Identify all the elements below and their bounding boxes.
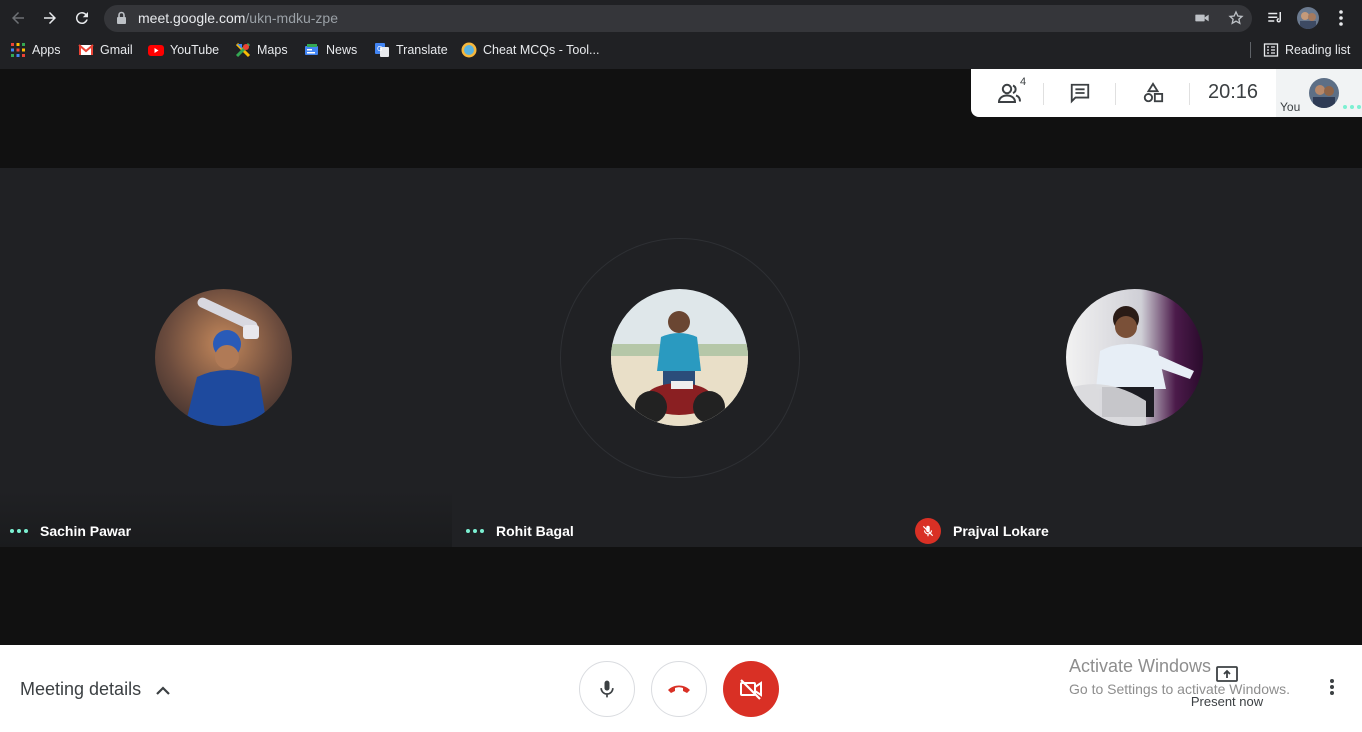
participant-tile[interactable]: Prajval Lokare bbox=[908, 168, 1362, 547]
activities-button[interactable] bbox=[1140, 80, 1166, 106]
panel-divider bbox=[1189, 83, 1190, 105]
reload-icon bbox=[75, 12, 88, 25]
bookmark-label: YouTube bbox=[170, 43, 220, 57]
bookmark-apps[interactable]: Apps bbox=[10, 41, 61, 59]
forward-button[interactable] bbox=[38, 6, 62, 30]
reading-list-button[interactable]: Reading list bbox=[1263, 41, 1350, 59]
self-view[interactable]: You bbox=[1276, 69, 1362, 117]
camera-toggle-button[interactable] bbox=[723, 661, 779, 717]
more-options-button[interactable] bbox=[1322, 677, 1342, 702]
chat-icon bbox=[1070, 83, 1090, 104]
star-bookmark-icon[interactable] bbox=[1228, 10, 1244, 31]
bookmarks-divider bbox=[1250, 42, 1251, 58]
url-text: meet.google.com/ukn-mdku-zpe bbox=[138, 10, 338, 26]
panel-divider bbox=[1043, 83, 1044, 105]
bookmark-news[interactable]: News bbox=[304, 41, 357, 59]
address-bar[interactable]: meet.google.com/ukn-mdku-zpe bbox=[104, 5, 1252, 32]
lock-icon bbox=[116, 11, 127, 30]
bookmark-label: Gmail bbox=[100, 43, 133, 57]
bookmark-translate[interactable]: G Translate bbox=[374, 41, 448, 59]
youtube-icon bbox=[148, 42, 164, 58]
url-host: meet.google.com bbox=[138, 10, 246, 26]
media-control-icon[interactable] bbox=[1266, 9, 1284, 32]
panel-divider bbox=[1115, 83, 1116, 105]
participant-nameplate: Sachin Pawar bbox=[10, 515, 131, 547]
participant-avatar bbox=[1066, 289, 1203, 426]
camera-off-icon bbox=[740, 679, 762, 700]
participant-name: Sachin Pawar bbox=[40, 523, 132, 539]
bookmark-label: Maps bbox=[257, 43, 288, 57]
meeting-top-panel: 4 20:16 You bbox=[971, 69, 1362, 117]
participant-tile[interactable]: Rohit Bagal bbox=[452, 168, 908, 547]
news-icon bbox=[304, 42, 320, 58]
bookmarks-bar: Apps Gmail YouTube Maps News G Translate… bbox=[0, 37, 1362, 63]
arrow-left-icon bbox=[12, 12, 24, 24]
speaking-indicator-icon bbox=[466, 529, 484, 533]
microphone-button[interactable] bbox=[579, 661, 635, 717]
self-view-label: You bbox=[1280, 100, 1301, 114]
shapes-icon bbox=[1143, 82, 1164, 103]
url-path: /ukn-mdku-zpe bbox=[245, 10, 338, 26]
bookmark-cheat-mcqs[interactable]: Cheat MCQs - Tool... bbox=[461, 41, 599, 59]
maps-icon bbox=[235, 42, 251, 58]
chevron-up-icon bbox=[156, 685, 170, 695]
back-button[interactable] bbox=[6, 6, 30, 30]
speaking-indicator-icon bbox=[1343, 105, 1361, 109]
participants-button[interactable]: 4 bbox=[995, 76, 1026, 106]
chrome-menu-icon[interactable] bbox=[1333, 9, 1349, 32]
reload-button[interactable] bbox=[70, 6, 94, 30]
more-vert-icon bbox=[1330, 679, 1334, 695]
meeting-details-label: Meeting details bbox=[20, 679, 142, 699]
bookmark-youtube[interactable]: YouTube bbox=[148, 41, 219, 59]
profile-avatar[interactable] bbox=[1297, 7, 1319, 29]
svg-text:G: G bbox=[377, 45, 382, 53]
bookmark-maps[interactable]: Maps bbox=[235, 41, 288, 59]
translate-icon: G bbox=[374, 42, 390, 58]
reading-list-label: Reading list bbox=[1285, 43, 1351, 57]
camera-indicator-icon[interactable] bbox=[1194, 10, 1210, 31]
cheat-mcqs-icon bbox=[461, 42, 477, 58]
mic-off-icon bbox=[915, 518, 941, 544]
bookmark-label: News bbox=[326, 43, 358, 57]
participant-nameplate: Prajval Lokare bbox=[915, 515, 1049, 547]
participant-avatar bbox=[155, 289, 292, 426]
chat-button[interactable] bbox=[1067, 80, 1093, 106]
participant-name: Rohit Bagal bbox=[496, 523, 574, 539]
bottom-control-bar: Meeting details Activate Windows Go to S… bbox=[0, 645, 1362, 732]
participant-nameplate: Rohit Bagal bbox=[466, 515, 574, 547]
browser-chrome: meet.google.com/ukn-mdku-zpe Apps Gmail … bbox=[0, 0, 1362, 69]
bookmark-gmail[interactable]: Gmail bbox=[78, 41, 133, 59]
self-avatar bbox=[1309, 78, 1339, 108]
hang-up-icon bbox=[668, 685, 690, 693]
mic-icon bbox=[600, 680, 614, 698]
participant-tile[interactable]: Sachin Pawar bbox=[0, 168, 452, 547]
apps-grid-icon bbox=[10, 42, 26, 58]
gmail-icon bbox=[78, 42, 94, 58]
speaking-indicator-icon bbox=[10, 529, 28, 533]
bookmark-label: Cheat MCQs - Tool... bbox=[483, 43, 600, 57]
reading-list-icon bbox=[1263, 42, 1279, 58]
present-now-label: Present now bbox=[1190, 694, 1264, 709]
bookmark-label: Translate bbox=[396, 43, 448, 57]
participant-grid: Sachin Pawar Rohit Bagal Prajval Lokare bbox=[0, 168, 1362, 547]
present-now-button[interactable]: Present now bbox=[1186, 665, 1268, 709]
participant-name: Prajval Lokare bbox=[953, 523, 1049, 539]
meeting-clock: 20:16 bbox=[1208, 81, 1259, 103]
meeting-details-button[interactable]: Meeting details bbox=[20, 679, 171, 700]
participants-count-badge: 4 bbox=[1020, 76, 1027, 88]
bookmark-label: Apps bbox=[32, 43, 61, 57]
present-screen-icon bbox=[1216, 666, 1238, 682]
leave-call-button[interactable] bbox=[651, 661, 707, 717]
arrow-right-icon bbox=[44, 12, 56, 24]
participant-avatar bbox=[611, 289, 748, 426]
